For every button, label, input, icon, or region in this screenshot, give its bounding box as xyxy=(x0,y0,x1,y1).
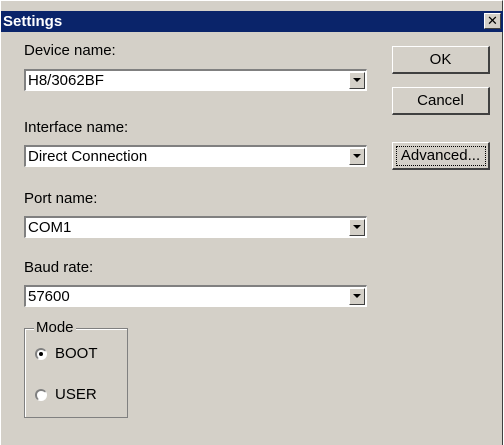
device-name-label: Device name: xyxy=(24,42,116,59)
dropdown-arrow-icon[interactable] xyxy=(349,288,365,305)
port-name-label: Port name: xyxy=(24,190,98,207)
title-bar: Settings ✕ xyxy=(1,11,503,32)
mode-group-title: Mode xyxy=(34,319,76,337)
baud-rate-combo[interactable]: 57600 xyxy=(24,285,367,307)
dropdown-arrow-icon[interactable] xyxy=(349,219,365,236)
dropdown-arrow-icon[interactable] xyxy=(349,72,365,89)
close-button[interactable]: ✕ xyxy=(484,13,501,29)
port-name-value: COM1 xyxy=(28,219,72,236)
boot-radio-label[interactable]: BOOT xyxy=(55,345,98,363)
baud-rate-label: Baud rate: xyxy=(24,259,94,276)
ok-button[interactable]: OK xyxy=(392,46,490,74)
mode-groupbox xyxy=(24,328,128,418)
port-name-combo[interactable]: COM1 xyxy=(24,216,367,238)
interface-name-combo[interactable]: Direct Connection xyxy=(24,145,367,167)
baud-rate-value: 57600 xyxy=(28,288,70,305)
dropdown-arrow-icon[interactable] xyxy=(349,148,365,165)
user-radio-label[interactable]: USER xyxy=(55,386,97,404)
close-icon: ✕ xyxy=(487,13,498,28)
radio-selected-dot-icon xyxy=(39,352,43,356)
device-name-combo[interactable]: H8/3062BF xyxy=(24,69,367,91)
advanced-button[interactable]: Advanced... xyxy=(392,142,490,170)
cancel-button[interactable]: Cancel xyxy=(392,87,490,115)
boot-radio[interactable] xyxy=(35,348,47,360)
device-name-value: H8/3062BF xyxy=(28,72,104,89)
user-radio[interactable] xyxy=(35,389,47,401)
interface-name-value: Direct Connection xyxy=(28,148,148,165)
interface-name-label: Interface name: xyxy=(24,119,129,136)
window-title: Settings xyxy=(3,13,63,30)
settings-dialog: Settings ✕ Device name: H8/3062BF Interf… xyxy=(0,0,503,445)
